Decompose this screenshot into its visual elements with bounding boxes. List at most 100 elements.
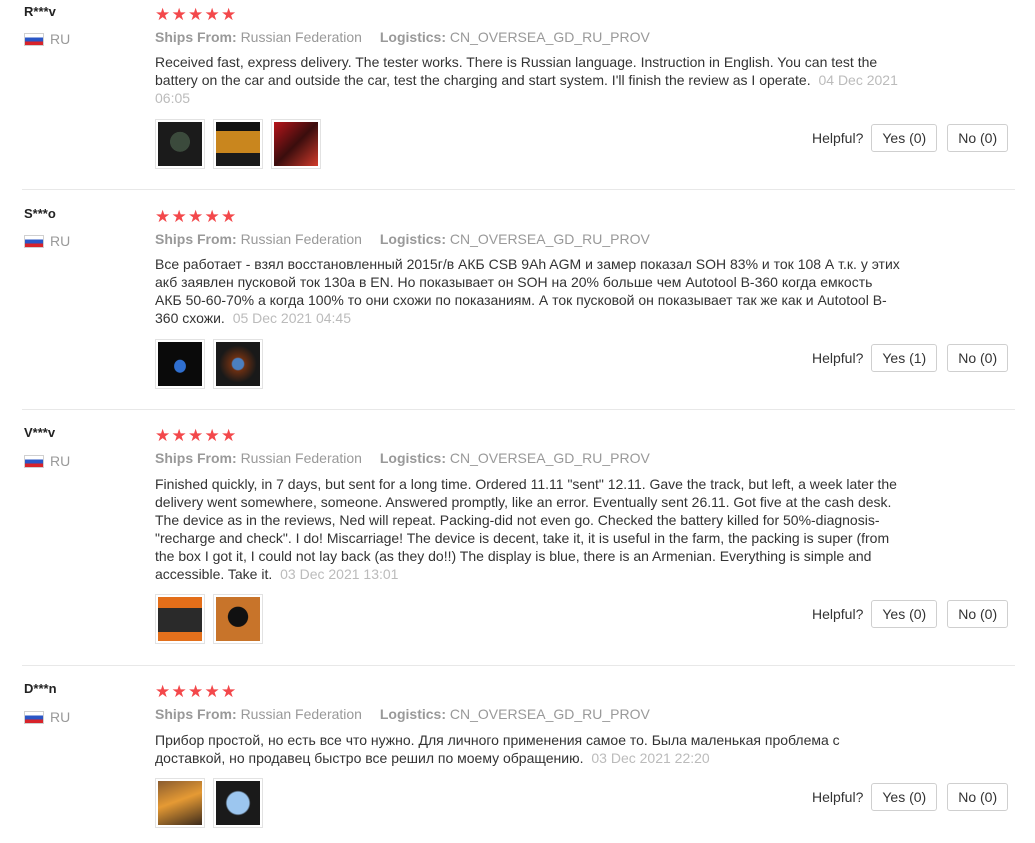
review-date: 05 Dec 2021 04:45 — [232, 310, 352, 326]
review-photos — [155, 339, 263, 389]
review-text-block: Received fast, express delivery. The tes… — [155, 53, 900, 107]
helpful-label: Helpful? — [812, 350, 864, 366]
review-photos — [155, 778, 263, 828]
reviewer-country: RU — [24, 233, 70, 249]
review-date: 03 Dec 2021 22:20 — [591, 750, 710, 766]
review-photo-thumbnail[interactable] — [155, 339, 205, 389]
ships-from-value: Russian Federation — [240, 706, 362, 722]
ships-from-label: Ships From: — [155, 231, 237, 247]
review-photo-thumbnail[interactable] — [213, 594, 263, 644]
ships-from-value: Russian Federation — [240, 29, 362, 45]
star-icon: ★ — [204, 207, 220, 226]
logistics-value: CN_OVERSEA_GD_RU_PROV — [449, 706, 650, 722]
shipping-info: Ships From: Russian Federation Logistics… — [155, 450, 650, 466]
star-icon: ★ — [171, 426, 187, 445]
shipping-info: Ships From: Russian Federation Logistics… — [155, 29, 650, 45]
country-code: RU — [50, 709, 71, 725]
logistics-label: Logistics: — [379, 29, 446, 45]
star-icon: ★ — [188, 682, 204, 701]
review-text-block: Finished quickly, in 7 days, but sent fo… — [155, 475, 900, 583]
review-photo-thumbnail[interactable] — [213, 119, 263, 169]
review-text: Прибор простой, но есть все что нужно. Д… — [155, 732, 840, 766]
star-icon: ★ — [171, 682, 187, 701]
review-photo-thumbnail[interactable] — [213, 339, 263, 389]
helpful-no-button[interactable]: No (0) — [947, 783, 1009, 811]
logistics-label: Logistics: — [379, 450, 446, 466]
helpful-no-button[interactable]: No (0) — [947, 344, 1009, 372]
helpful-yes-button[interactable]: Yes (0) — [871, 124, 938, 152]
helpful-vote: Helpful? Yes (1) No (0) — [812, 344, 1009, 372]
star-icon: ★ — [155, 207, 171, 226]
helpful-yes-button[interactable]: Yes (0) — [871, 600, 938, 628]
review-text: Finished quickly, in 7 days, but sent fo… — [155, 476, 897, 582]
reviewer-name: D***n — [24, 681, 57, 696]
country-code: RU — [50, 233, 71, 249]
star-icon: ★ — [188, 426, 204, 445]
helpful-label: Helpful? — [812, 130, 864, 146]
russia-flag-icon — [24, 710, 44, 724]
russia-flag-icon — [24, 454, 44, 468]
logistics-label: Logistics: — [379, 706, 446, 722]
shipping-info: Ships From: Russian Federation Logistics… — [155, 706, 650, 722]
star-icon: ★ — [221, 426, 237, 445]
star-icon: ★ — [221, 207, 237, 226]
reviewer-name: R***v — [24, 4, 56, 19]
helpful-no-button[interactable]: No (0) — [947, 600, 1009, 628]
review-text-block: Все работает - взял восстановленный 2015… — [155, 255, 900, 327]
reviewer-country: RU — [24, 709, 70, 725]
helpful-no-button[interactable]: No (0) — [947, 124, 1009, 152]
helpful-vote: Helpful? Yes (0) No (0) — [812, 600, 1009, 628]
country-code: RU — [50, 453, 71, 469]
star-icon: ★ — [188, 5, 204, 24]
ships-from-label: Ships From: — [155, 706, 237, 722]
star-icon: ★ — [171, 207, 187, 226]
star-rating: ★★★★★ — [155, 208, 238, 225]
review-photos — [155, 119, 321, 169]
shipping-info: Ships From: Russian Federation Logistics… — [155, 231, 650, 247]
review-divider — [22, 409, 1015, 410]
ships-from-label: Ships From: — [155, 29, 237, 45]
review-text-block: Прибор простой, но есть все что нужно. Д… — [155, 731, 900, 767]
russia-flag-icon — [24, 234, 44, 248]
helpful-yes-button[interactable]: Yes (1) — [871, 344, 938, 372]
logistics-label: Logistics: — [379, 231, 446, 247]
ships-from-value: Russian Federation — [240, 231, 362, 247]
review-photo-thumbnail[interactable] — [155, 594, 205, 644]
star-icon: ★ — [204, 426, 220, 445]
reviewer-name: S***o — [24, 206, 56, 221]
star-rating: ★★★★★ — [155, 683, 238, 700]
star-rating: ★★★★★ — [155, 427, 238, 444]
ships-from-label: Ships From: — [155, 450, 237, 466]
helpful-vote: Helpful? Yes (0) No (0) — [812, 783, 1009, 811]
star-icon: ★ — [171, 5, 187, 24]
logistics-value: CN_OVERSEA_GD_RU_PROV — [449, 29, 650, 45]
review-text: Received fast, express delivery. The tes… — [155, 54, 878, 88]
review-photo-thumbnail[interactable] — [213, 778, 263, 828]
star-icon: ★ — [204, 682, 220, 701]
star-icon: ★ — [221, 5, 237, 24]
reviewer-name: V***v — [24, 425, 56, 440]
review-photo-thumbnail[interactable] — [155, 119, 205, 169]
ships-from-value: Russian Federation — [240, 450, 362, 466]
helpful-vote: Helpful? Yes (0) No (0) — [812, 124, 1009, 152]
star-icon: ★ — [155, 682, 171, 701]
reviewer-country: RU — [24, 453, 70, 469]
review-photo-thumbnail[interactable] — [271, 119, 321, 169]
star-icon: ★ — [221, 682, 237, 701]
review-date: 03 Dec 2021 13:01 — [280, 566, 399, 582]
star-icon: ★ — [204, 5, 220, 24]
logistics-value: CN_OVERSEA_GD_RU_PROV — [449, 231, 650, 247]
star-icon: ★ — [188, 207, 204, 226]
star-icon: ★ — [155, 426, 171, 445]
country-code: RU — [50, 31, 71, 47]
helpful-yes-button[interactable]: Yes (0) — [871, 783, 938, 811]
star-icon: ★ — [155, 5, 171, 24]
review-photo-thumbnail[interactable] — [155, 778, 205, 828]
review-photos — [155, 594, 263, 644]
helpful-label: Helpful? — [812, 606, 864, 622]
logistics-value: CN_OVERSEA_GD_RU_PROV — [449, 450, 650, 466]
reviewer-country: RU — [24, 31, 70, 47]
russia-flag-icon — [24, 32, 44, 46]
helpful-label: Helpful? — [812, 789, 864, 805]
star-rating: ★★★★★ — [155, 6, 238, 23]
